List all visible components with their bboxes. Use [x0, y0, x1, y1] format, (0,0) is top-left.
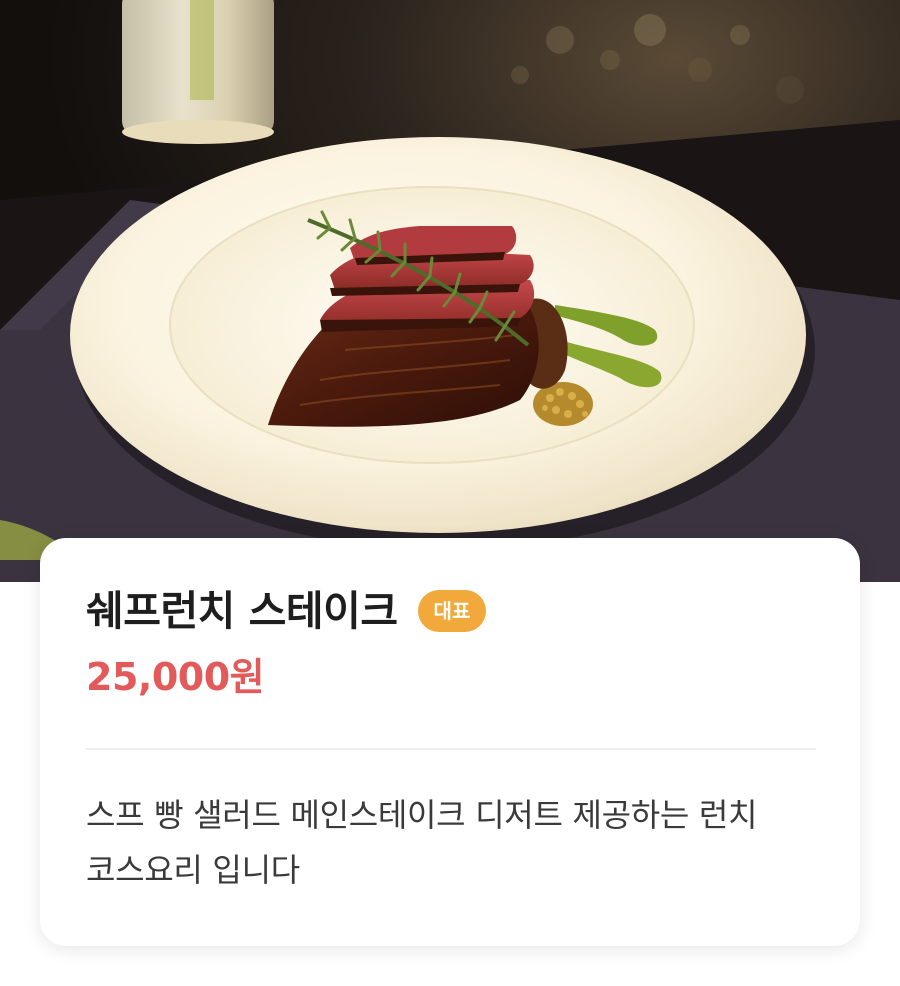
divider: [86, 748, 816, 750]
title-row: 쉐프런치 스테이크 대표: [86, 586, 487, 635]
menu-photo: [0, 0, 900, 582]
menu-description: 스프 빵 샐러드 메인스테이크 디저트 제공하는 런치 코스요리 입니다: [86, 796, 758, 889]
menu-name: 쉐프런치 스테이크: [86, 586, 398, 635]
menu-price: 25,000원: [86, 655, 265, 699]
menu-detail-page: 쉐프런치 스테이크 대표 25,000원 스프 빵 샐러드 메인스테이크 디저트…: [0, 0, 900, 986]
menu-info-card: 쉐프런치 스테이크 대표 25,000원 스프 빵 샐러드 메인스테이크 디저트…: [40, 538, 860, 946]
signature-badge: 대표: [417, 590, 487, 632]
